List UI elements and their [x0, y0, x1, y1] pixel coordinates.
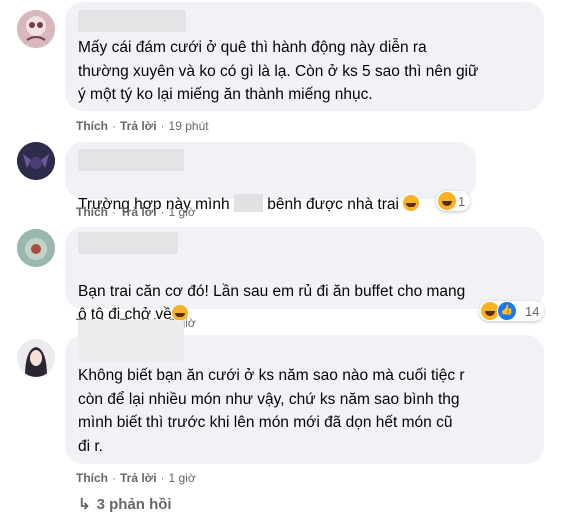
- reaction-summary[interactable]: 1: [436, 191, 471, 211]
- author-name-redacted[interactable]: [78, 232, 178, 254]
- comment-bubble: Không biết bạn ăn cưới ở ks năm sao nào …: [65, 320, 544, 464]
- reaction-summary[interactable]: 👍 14: [479, 301, 545, 321]
- avatar[interactable]: [17, 229, 55, 267]
- timestamp[interactable]: 1 giờ: [169, 205, 196, 219]
- avatar-image-icon: [17, 142, 55, 180]
- comment-actions: Thích · Trả lời · 1 giờ: [76, 205, 196, 219]
- timestamp[interactable]: 19 phút: [169, 119, 209, 133]
- reply-link[interactable]: Trả lời: [120, 119, 157, 133]
- avatar[interactable]: [17, 142, 55, 180]
- avatar-image-icon: [17, 10, 55, 48]
- haha-reaction-icon: [438, 192, 456, 210]
- laughing-emoji-icon: [403, 194, 420, 211]
- author-name-redacted[interactable]: [78, 149, 184, 171]
- author-name-redacted[interactable]: [78, 320, 184, 362]
- reply-link[interactable]: Trả lời: [120, 205, 157, 219]
- comment-actions: Thích · Trả lời · 1 giờ: [76, 471, 196, 485]
- comment-bubble: Trường hợp này mình bênh được nhà trai: [65, 142, 476, 213]
- like-link[interactable]: Thích: [76, 205, 108, 219]
- reply-link[interactable]: Trả lời: [120, 471, 157, 485]
- avatar[interactable]: [17, 10, 55, 48]
- comment-text-part: bênh được nhà trai: [262, 195, 404, 213]
- comment-bubble: Bạn trai căn cơ đó! Lần sau em rủ đi ăn …: [65, 227, 544, 323]
- view-replies-link[interactable]: ↳ 3 phản hồi: [78, 495, 172, 513]
- timestamp[interactable]: 1 giờ: [169, 471, 196, 485]
- reply-arrow-icon: ↳: [78, 496, 91, 513]
- comment-text: Mấy cái đám cưới ở quê thì hành động này…: [78, 39, 479, 103]
- avatar[interactable]: [17, 339, 55, 377]
- avatar-image-icon: [17, 229, 55, 267]
- like-link[interactable]: Thích: [76, 471, 108, 485]
- like-reaction-icon: 👍: [497, 301, 517, 321]
- replies-count-label: 3 phản hồi: [96, 496, 172, 513]
- like-link[interactable]: Thích: [76, 119, 108, 133]
- avatar-image-icon: [17, 339, 55, 377]
- redacted-word: [233, 193, 263, 212]
- reaction-count: 1: [458, 193, 466, 209]
- comment-bubble: Mấy cái đám cưới ở quê thì hành động này…: [65, 2, 544, 111]
- author-name-redacted[interactable]: [78, 10, 186, 32]
- comment-actions: Thích · Trả lời · 19 phút: [76, 119, 209, 133]
- comment-text: Không biết bạn ăn cưới ở ks năm sao nào …: [78, 367, 465, 455]
- reaction-count: 14: [525, 303, 540, 319]
